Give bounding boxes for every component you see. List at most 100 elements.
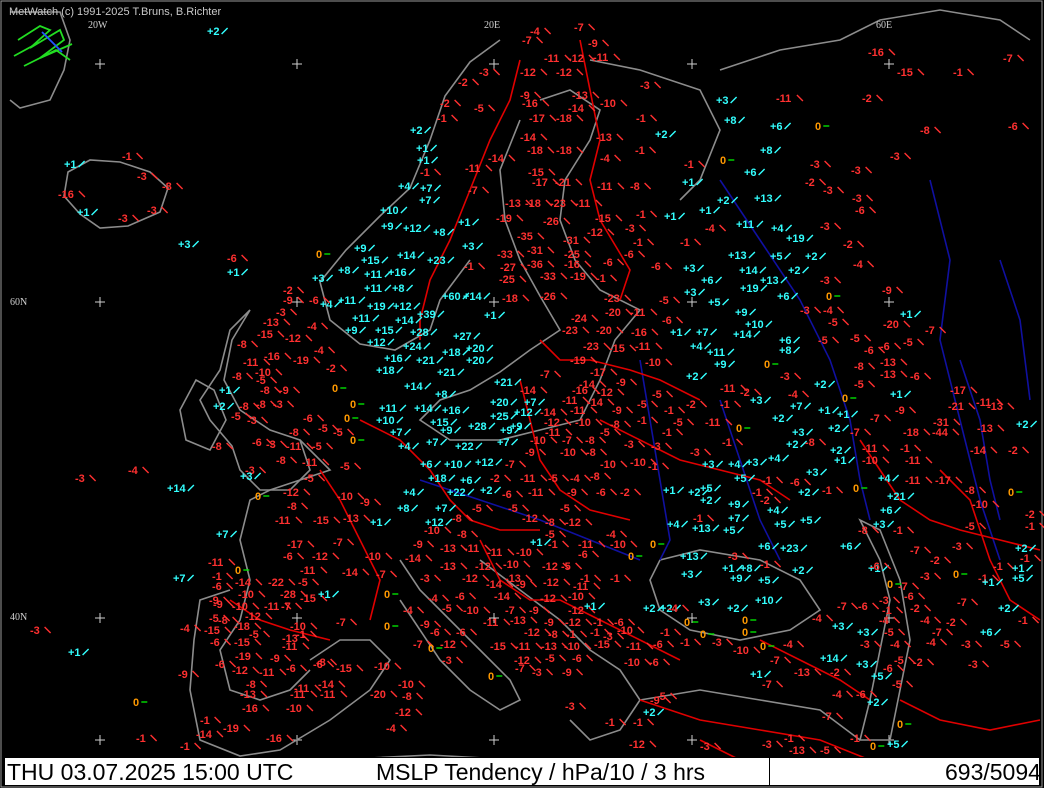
tendency-value: 0 — [384, 589, 390, 601]
tendency-value: -19 — [570, 271, 586, 283]
tendency-value: +12 — [367, 337, 386, 349]
tendency-value: +14 — [404, 381, 424, 393]
tendency-value: -7 — [1003, 53, 1013, 65]
tendency-value: -17 — [287, 539, 303, 551]
tendency-value: -5 — [333, 427, 343, 439]
tendency-value: +19 — [740, 283, 759, 295]
status-bar: THU 03.07.2025 15:00 UTC MSLP Tendency /… — [4, 757, 1041, 786]
tendency-value: 0 — [742, 627, 748, 639]
tendency-value: -9 — [283, 295, 293, 307]
tendency-value: +1 — [682, 177, 695, 189]
tendency-value: +25 — [490, 411, 509, 423]
tendency-value: -12 — [565, 617, 581, 629]
tendency-value: +5 — [774, 519, 787, 531]
tendency-value: -1 — [122, 151, 132, 163]
tendency-value: +1 — [227, 267, 240, 279]
tendency-value: +11 — [338, 295, 356, 307]
tendency-value: -8 — [805, 437, 815, 449]
tendency-value: -13 — [596, 132, 612, 144]
tendency-value: -15 — [609, 343, 625, 355]
tendency-value: -1 — [662, 427, 672, 439]
tendency-value: -31 — [527, 245, 543, 257]
tendency-value: +3 — [683, 263, 696, 275]
tendency-value: -1 — [664, 405, 674, 417]
tendency-value: -9 — [612, 405, 622, 417]
tendency-value: -14 — [970, 445, 987, 457]
tendency-value: -9 — [525, 447, 535, 459]
tendency-value: 0 — [350, 399, 356, 411]
tendency-value: -11 — [300, 565, 315, 577]
tendency-value: +3 — [750, 395, 763, 407]
tendency-value: +21 — [887, 491, 906, 503]
tendency-value: +5 — [800, 515, 813, 527]
tendency-value: +15 — [375, 325, 394, 337]
tendency-value: -11 — [528, 487, 543, 499]
tendency-value: +13 — [754, 193, 773, 205]
tendency-value: +11 — [736, 219, 754, 231]
tendency-value: -10 — [560, 447, 576, 459]
tendency-value: -10 — [564, 641, 580, 653]
tendency-value: -4 — [832, 689, 843, 701]
tendency-value: -3 — [968, 659, 978, 671]
tendency-value: -7 — [957, 597, 967, 609]
tendency-value: -1 — [1025, 521, 1035, 533]
tendency-value: +5 — [734, 473, 747, 485]
tendency-value: 0 — [870, 741, 876, 753]
tendency-value: -12 — [568, 605, 584, 617]
tendency-value: -13 — [880, 357, 896, 369]
tendency-value: +14 — [463, 291, 483, 303]
tendency-value: -2 — [740, 387, 750, 399]
tendency-value: -13 — [572, 90, 588, 102]
tendency-value: -3 — [890, 151, 900, 163]
tendency-value: +1 — [699, 205, 712, 217]
tendency-value: -14 — [405, 553, 422, 565]
tendency-value: -8 — [586, 447, 596, 459]
tendency-value: -6 — [430, 627, 440, 639]
tendency-value: -18 — [903, 427, 919, 439]
tendency-value: 0 — [897, 719, 903, 731]
tendency-value: -16 — [266, 733, 282, 745]
tendency-value: +7 — [390, 427, 403, 439]
tendency-value: -17 — [529, 113, 545, 125]
tendency-value: +3 — [240, 471, 253, 483]
tendency-value: -3 — [479, 67, 489, 79]
tendency-value: -22 — [268, 577, 284, 589]
tendency-value: +4 — [768, 453, 781, 465]
tendency-value: -3 — [952, 541, 962, 553]
tendency-value: -9 — [270, 653, 280, 665]
tendency-value: +14 — [395, 315, 415, 327]
tendency-value: -2 — [1025, 509, 1035, 521]
tendency-value: -1 — [633, 237, 643, 249]
tendency-value: +8 — [433, 227, 446, 239]
tendency-value: +14 — [739, 265, 759, 277]
tendency-value: -5 — [298, 577, 308, 589]
tendency-value: -6 — [309, 295, 319, 307]
tendency-value: -7 — [336, 617, 346, 629]
tendency-value: -3 — [780, 371, 790, 383]
tendency-value: +8 — [397, 503, 410, 515]
tendency-value: +2 — [805, 251, 818, 263]
tendency-value: -3 — [852, 193, 862, 205]
tendency-value: -1 — [720, 399, 730, 411]
tendency-value: +2 — [798, 487, 811, 499]
tendency-value: +1 — [219, 385, 232, 397]
tendency-value: -1 — [637, 415, 647, 427]
tendency-value: -1 — [610, 573, 620, 585]
tendency-value: -11 — [593, 52, 608, 64]
tendency-value: +3 — [684, 287, 697, 299]
tendency-value: +4 — [771, 223, 784, 235]
tendency-value: +13 — [760, 275, 779, 287]
tendency-value: -2 — [440, 98, 450, 110]
tendency-value: -6 — [212, 581, 222, 593]
tendency-value: -5 — [828, 317, 838, 329]
tendency-value: +5 — [887, 739, 900, 751]
tendency-value: -5 — [231, 411, 241, 423]
tendency-value: +28 — [410, 327, 429, 339]
tendency-value: -1 — [636, 113, 646, 125]
tendency-value: -8 — [232, 371, 242, 383]
tendency-value: -6 — [662, 315, 672, 327]
tendency-value: 0 — [133, 697, 139, 709]
tendency-value: +2 — [788, 265, 801, 277]
tendency-value: -1 — [136, 733, 146, 745]
tendency-value: +10 — [755, 595, 774, 607]
